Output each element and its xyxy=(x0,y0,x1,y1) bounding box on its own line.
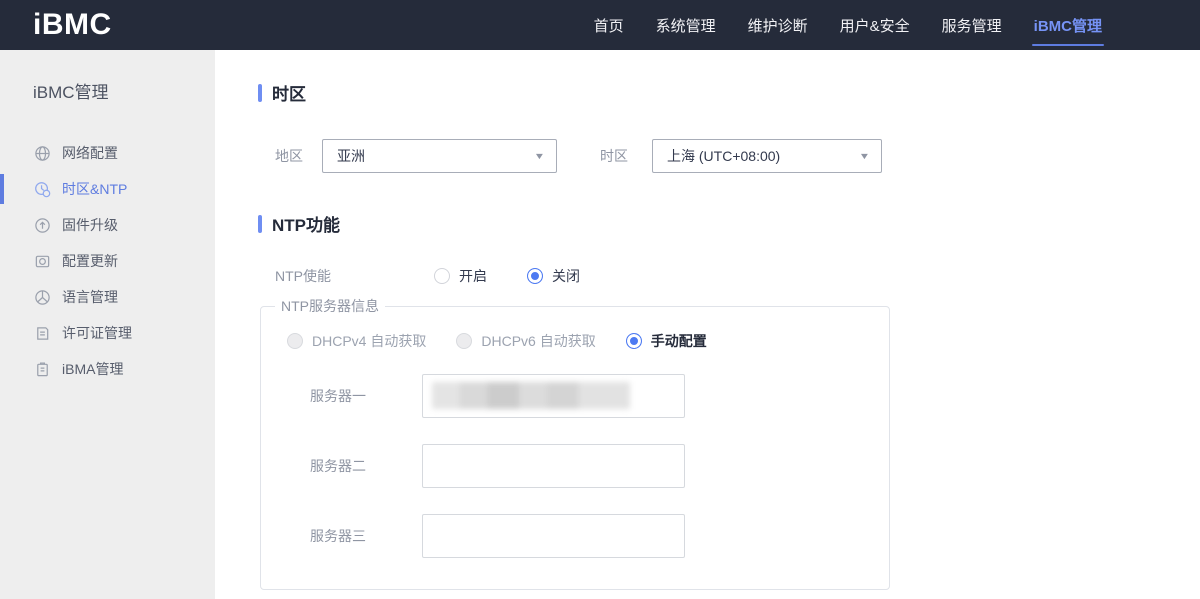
timezone-select-value: 上海 (UTC+08:00) xyxy=(667,146,780,166)
license-icon xyxy=(33,324,51,342)
radio-circle-icon xyxy=(527,268,543,284)
radio-circle-icon xyxy=(456,333,472,349)
sidebar-item-language[interactable]: 语言管理 xyxy=(0,279,215,315)
nav-item-ibmc-management[interactable]: iBMC管理 xyxy=(1018,0,1118,50)
ntp-server-mode-row: DHCPv4 自动获取 DHCPv6 自动获取 手动配置 xyxy=(261,331,889,351)
ntp-section-header: NTP功能 xyxy=(258,211,1200,236)
nav-item-user-security[interactable]: 用户&安全 xyxy=(824,0,926,50)
radio-circle-icon xyxy=(626,333,642,349)
top-navbar: iBMC 首页 系统管理 维护诊断 用户&安全 服务管理 iBMC管理 xyxy=(0,0,1200,50)
section-accent-bar xyxy=(258,215,262,233)
nav-item-label: 用户&安全 xyxy=(840,15,910,36)
radio-label: 手动配置 xyxy=(651,331,707,351)
server-three-label: 服务器三 xyxy=(310,526,422,546)
server-two-input[interactable] xyxy=(422,444,685,488)
sidebar-item-network-config[interactable]: 网络配置 xyxy=(0,135,215,171)
nav-item-label: 系统管理 xyxy=(656,15,716,36)
ntp-enable-radio-group: 开启 关闭 xyxy=(434,266,580,286)
sidebar-item-label: 固件升级 xyxy=(62,215,118,235)
language-icon xyxy=(33,288,51,306)
timezone-select[interactable]: 上海 (UTC+08:00) ▼ xyxy=(652,139,882,173)
nav-item-label: 首页 xyxy=(594,15,624,36)
ntp-enable-row: NTP使能 开启 关闭 xyxy=(258,267,1200,284)
sidebar-item-ibma[interactable]: iBMA管理 xyxy=(0,351,215,387)
sidebar: iBMC管理 网络配置 时区&NTP 固件升 xyxy=(0,50,215,599)
nav-item-home[interactable]: 首页 xyxy=(578,0,640,50)
radio-ntp-off[interactable]: 关闭 xyxy=(527,266,580,286)
sidebar-item-label: 网络配置 xyxy=(62,143,118,163)
section-accent-bar xyxy=(258,84,262,102)
server-three-row: 服务器三 xyxy=(261,514,889,558)
sidebar-item-label: 配置更新 xyxy=(62,251,118,271)
ibmc-logo: iBMC xyxy=(33,8,112,42)
radio-circle-icon xyxy=(434,268,450,284)
ntp-server-info-group: NTP服务器信息 DHCPv4 自动获取 DHCPv6 自动获取 手动配置 服务… xyxy=(260,296,890,590)
timezone-section-header: 时区 xyxy=(258,80,1200,105)
network-icon xyxy=(33,144,51,162)
sidebar-item-label: 语言管理 xyxy=(62,287,118,307)
region-select-value: 亚洲 xyxy=(337,146,365,166)
nav-item-system[interactable]: 系统管理 xyxy=(640,0,732,50)
server-two-label: 服务器二 xyxy=(310,456,422,476)
sidebar-item-label: 许可证管理 xyxy=(62,323,132,343)
clock-icon xyxy=(33,180,51,198)
sidebar-item-license[interactable]: 许可证管理 xyxy=(0,315,215,351)
region-label: 地区 xyxy=(275,146,322,166)
sidebar-item-label: 时区&NTP xyxy=(62,179,127,199)
radio-label: 关闭 xyxy=(552,266,580,286)
sidebar-item-firmware-upgrade[interactable]: 固件升级 xyxy=(0,207,215,243)
ntp-section-title: NTP功能 xyxy=(272,211,340,236)
ntp-enable-label: NTP使能 xyxy=(275,266,434,286)
server-one-row: 服务器一 xyxy=(261,374,889,418)
server-one-input[interactable] xyxy=(422,374,685,418)
region-select[interactable]: 亚洲 ▼ xyxy=(322,139,557,173)
radio-label: 开启 xyxy=(459,266,487,286)
server-one-label: 服务器一 xyxy=(310,386,422,406)
timezone-form-row: 地区 亚洲 ▼ 时区 上海 (UTC+08:00) ▼ xyxy=(258,139,1200,173)
nav-item-label: 服务管理 xyxy=(942,15,1002,36)
radio-dhcpv6-auto[interactable]: DHCPv6 自动获取 xyxy=(456,331,595,351)
timezone-label: 时区 xyxy=(600,146,652,166)
nav-item-label: iBMC管理 xyxy=(1034,15,1102,36)
radio-ntp-on[interactable]: 开启 xyxy=(434,266,487,286)
main-content: 时区 地区 亚洲 ▼ 时区 上海 (UTC+08:00) ▼ NTP功能 NTP… xyxy=(215,50,1200,599)
clipboard-icon xyxy=(33,360,51,378)
ntp-server-info-legend: NTP服务器信息 xyxy=(275,296,385,316)
nav-item-label: 维护诊断 xyxy=(748,15,808,36)
radio-dhcpv4-auto[interactable]: DHCPv4 自动获取 xyxy=(287,331,426,351)
server-two-row: 服务器二 xyxy=(261,444,889,488)
sidebar-item-timezone-ntp[interactable]: 时区&NTP xyxy=(0,171,215,207)
sidebar-menu: 网络配置 时区&NTP 固件升级 配置更 xyxy=(0,135,215,387)
caret-down-icon: ▼ xyxy=(534,151,546,161)
radio-circle-icon xyxy=(287,333,303,349)
radio-label: DHCPv6 自动获取 xyxy=(481,331,595,351)
sidebar-item-label: iBMA管理 xyxy=(62,359,123,379)
config-update-icon xyxy=(33,252,51,270)
server-three-input[interactable] xyxy=(422,514,685,558)
nav-item-service[interactable]: 服务管理 xyxy=(926,0,1018,50)
radio-manual-config[interactable]: 手动配置 xyxy=(626,331,707,351)
caret-down-icon: ▼ xyxy=(859,151,871,161)
nav-item-maintenance[interactable]: 维护诊断 xyxy=(732,0,824,50)
top-nav-menu: 首页 系统管理 维护诊断 用户&安全 服务管理 iBMC管理 xyxy=(578,0,1118,50)
sidebar-item-config-update[interactable]: 配置更新 xyxy=(0,243,215,279)
timezone-section-title: 时区 xyxy=(272,80,306,105)
server-one-input-wrap xyxy=(422,374,685,418)
radio-label: DHCPv4 自动获取 xyxy=(312,331,426,351)
sidebar-title: iBMC管理 xyxy=(33,78,215,103)
firmware-upgrade-icon xyxy=(33,216,51,234)
